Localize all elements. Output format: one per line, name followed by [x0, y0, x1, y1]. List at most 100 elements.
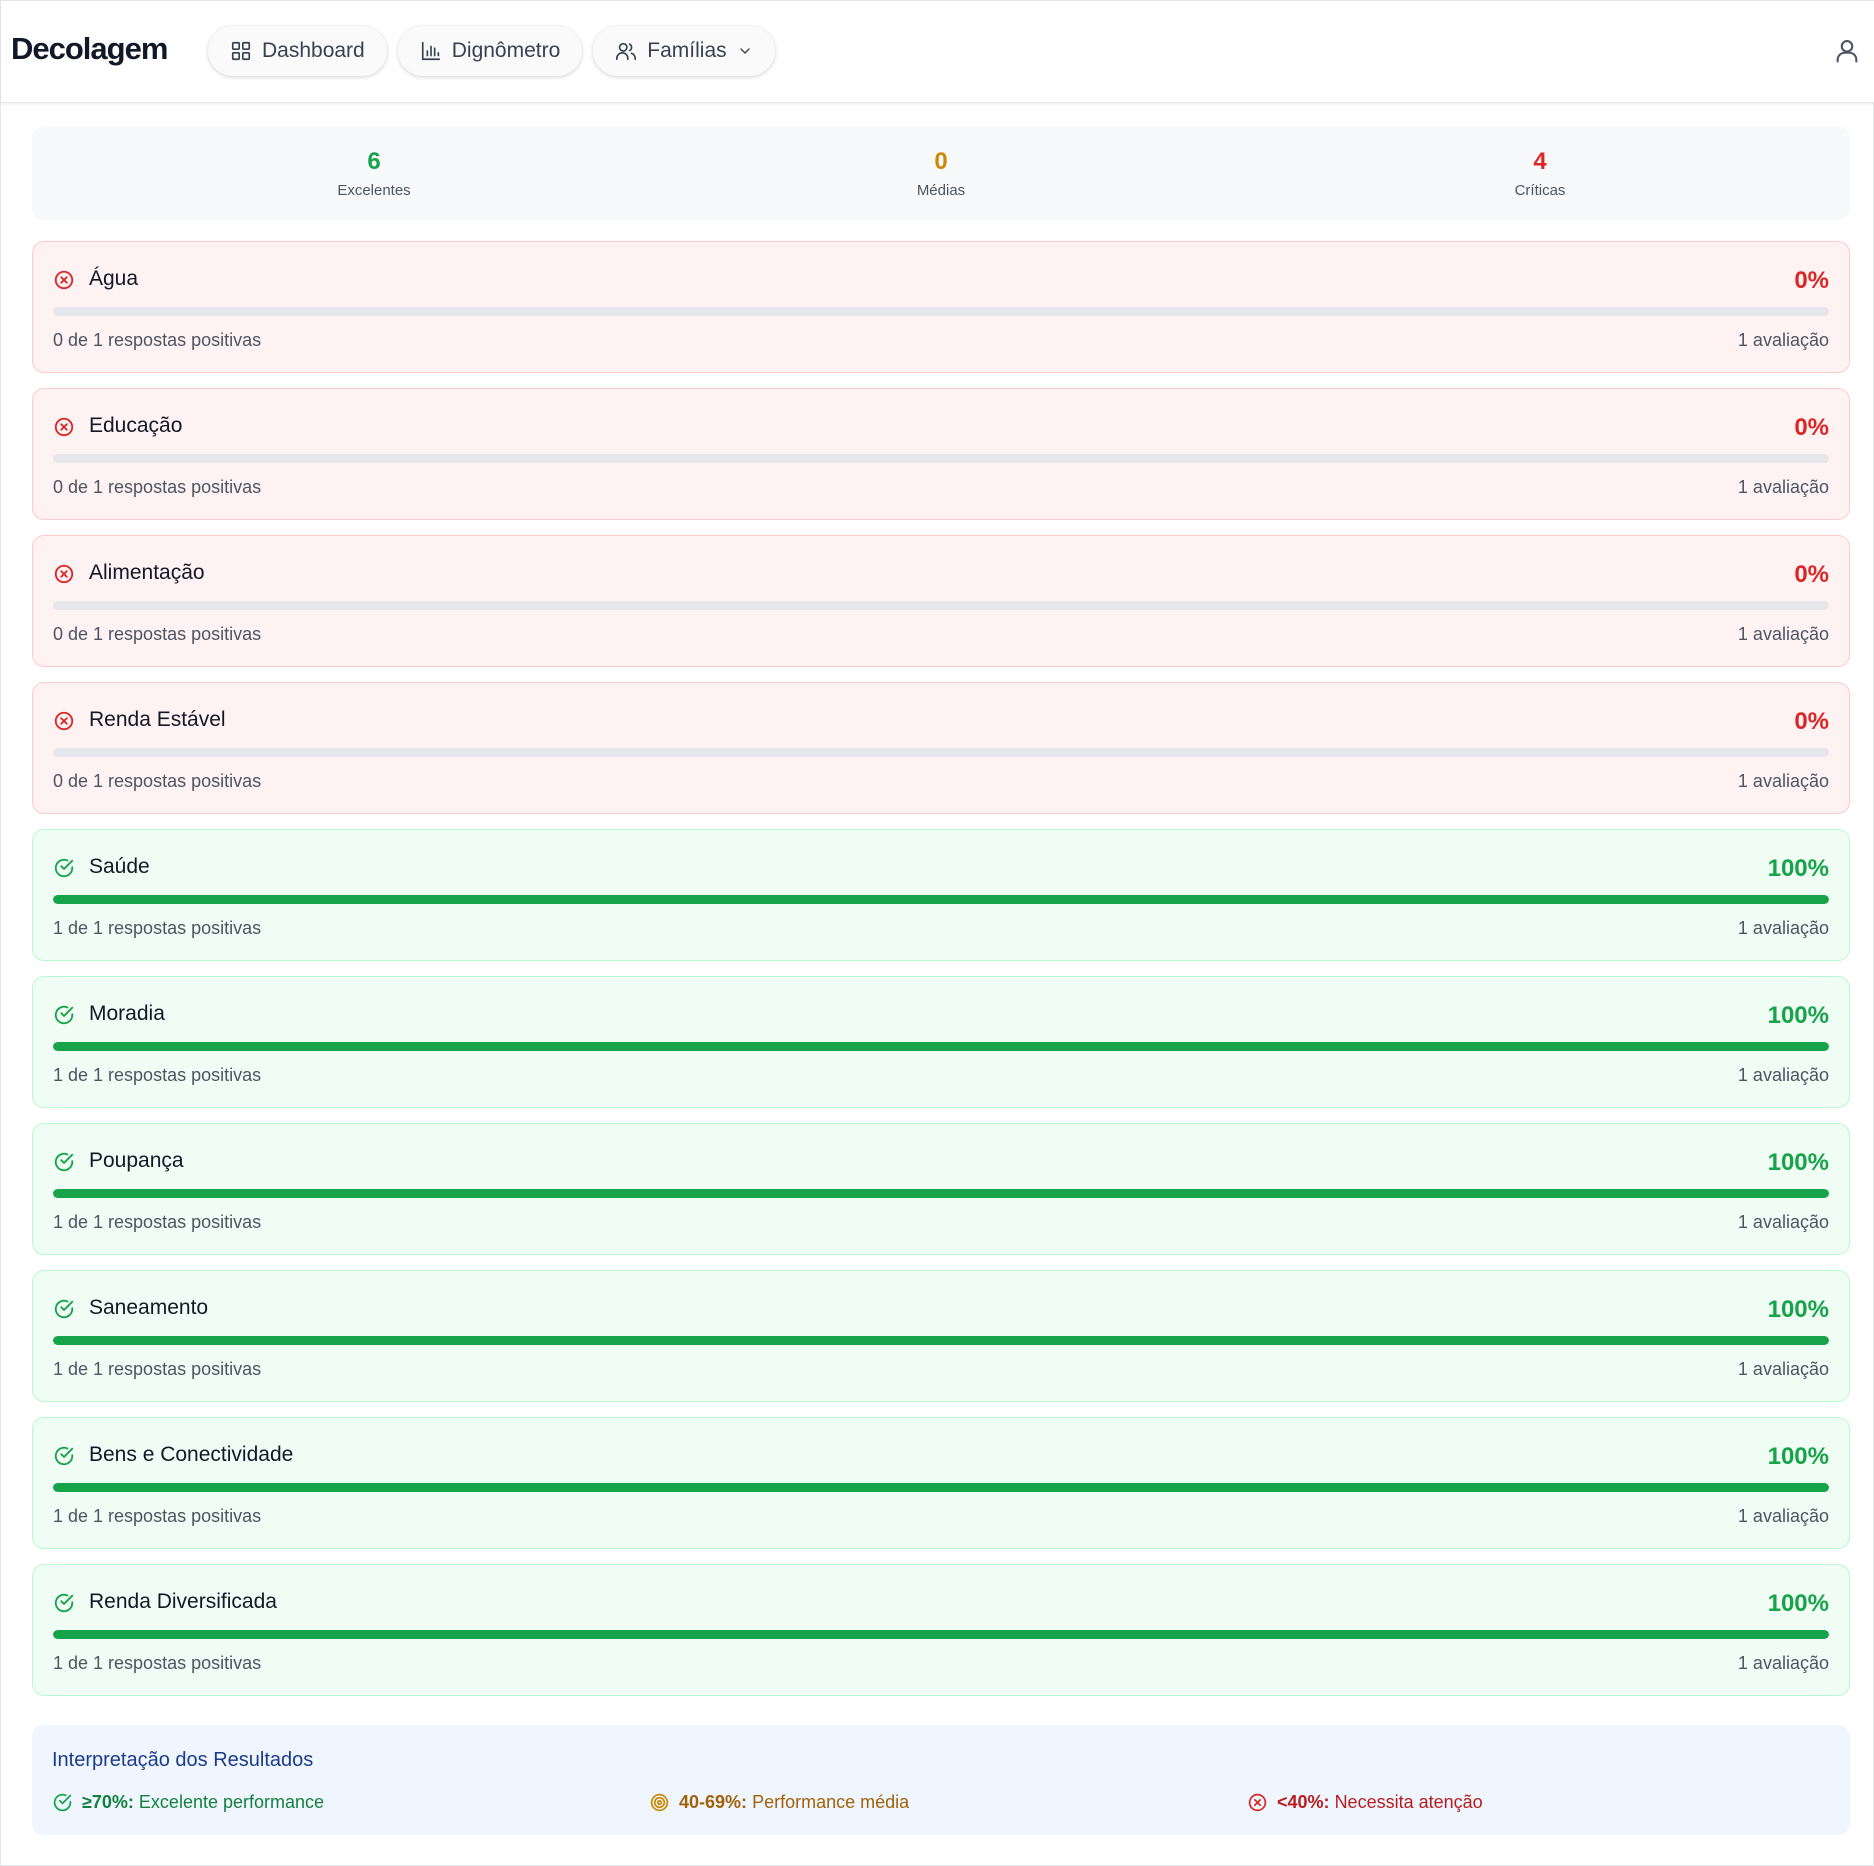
- dimension-card: Bens e Conectividade 100% 1 de 1 respostas…: [32, 1417, 1850, 1549]
- critical-label: Críticas: [1514, 182, 1566, 199]
- progress-fill: [53, 1189, 1829, 1198]
- dimension-card: Poupança 100% 1 de 1 respostas positivas 1 …: [32, 1123, 1850, 1255]
- dimension-name: Renda Estável: [89, 708, 226, 731]
- dimension-name: Renda Diversificada: [89, 1590, 277, 1613]
- dimension-percent: 100%: [1767, 1002, 1829, 1029]
- nav-dignometro-button[interactable]: Dignômetro: [397, 26, 583, 76]
- progress-fill: [53, 1042, 1829, 1051]
- user-icon: [1836, 40, 1858, 63]
- check-circle-icon: [53, 857, 75, 879]
- users-icon: [616, 42, 637, 61]
- legend-critical-range: <40%:: [1277, 1792, 1330, 1812]
- chevron-down-icon: [739, 48, 750, 54]
- nav-dashboard-label: Dashboard: [262, 39, 365, 62]
- check-circle-icon: [53, 1445, 75, 1467]
- dimension-name: Educação: [89, 414, 183, 437]
- positive-responses: 0 de 1 respostas positivas: [53, 624, 262, 644]
- positive-responses: 0 de 1 respostas positivas: [53, 771, 262, 791]
- progress-fill: [53, 1483, 1829, 1492]
- progress-fill: [53, 1336, 1829, 1345]
- dimension-card: Água 0% 0 de 1 respostas positivas 1 avalia…: [32, 241, 1850, 373]
- positive-responses: 1 de 1 respostas positivas: [53, 1065, 262, 1085]
- dimension-name: Bens e Conectividade: [89, 1443, 294, 1466]
- progress-bar: [53, 895, 1829, 904]
- target-icon: [650, 1793, 669, 1812]
- positive-responses: 1 de 1 respostas positivas: [53, 1653, 262, 1673]
- evaluation-count: 1 avaliação: [1737, 1065, 1829, 1085]
- dimension-percent: 0%: [1794, 708, 1829, 735]
- evaluation-count: 1 avaliação: [1737, 771, 1829, 791]
- check-circle-icon: [53, 1592, 75, 1614]
- evaluation-count: 1 avaliação: [1737, 1653, 1829, 1673]
- positive-responses: 1 de 1 respostas positivas: [53, 1506, 262, 1526]
- critical-count: 4: [1533, 148, 1547, 175]
- evaluation-count: 1 avaliação: [1737, 1212, 1829, 1232]
- positive-responses: 1 de 1 respostas positivas: [53, 1212, 262, 1232]
- dimension-percent: 0%: [1794, 267, 1829, 294]
- average-count: 0: [934, 148, 948, 175]
- legend-average-text: 40-69%: Performance média: [679, 1792, 909, 1813]
- evaluation-count: 1 avaliação: [1737, 1359, 1829, 1379]
- x-circle-icon: [53, 416, 75, 438]
- dimension-percent: 100%: [1767, 855, 1829, 882]
- legend-average-range: 40-69%:: [679, 1792, 748, 1812]
- user-menu-button[interactable]: [1833, 37, 1861, 65]
- legend-average: 40-69%: Performance média: [649, 1792, 909, 1813]
- nav-familias-label: Famílias: [647, 39, 727, 62]
- evaluation-count: 1 avaliação: [1737, 330, 1829, 350]
- x-circle-icon: [1248, 1793, 1267, 1812]
- excellent-label: Excelentes: [337, 182, 411, 199]
- legend-critical-text: <40%: Necessita atenção: [1277, 1792, 1483, 1813]
- progress-bar: [53, 1336, 1829, 1345]
- dimension-name: Alimentação: [89, 561, 205, 584]
- dimension-name: Saneamento: [89, 1296, 209, 1319]
- summary-critical: 4 Críticas: [1390, 148, 1690, 199]
- check-circle-icon: [53, 1004, 75, 1026]
- brand-logo[interactable]: Decolagem: [11, 31, 168, 67]
- progress-bar: [53, 601, 1829, 610]
- positive-responses: 1 de 1 respostas positivas: [53, 1359, 262, 1379]
- check-circle-icon: [53, 1151, 75, 1173]
- check-circle-icon: [53, 1298, 75, 1320]
- dimension-card: Renda Diversificada 100% 1 de 1 respostas …: [32, 1564, 1850, 1696]
- x-circle-icon: [53, 563, 75, 585]
- progress-bar: [53, 748, 1829, 757]
- average-label: Médias: [916, 182, 966, 199]
- progress-bar: [53, 307, 1829, 316]
- evaluation-count: 1 avaliação: [1737, 624, 1829, 644]
- legend-critical: <40%: Necessita atenção: [1247, 1792, 1483, 1813]
- dimension-name: Saúde: [89, 855, 150, 878]
- legend-average-desc: Performance média: [752, 1792, 910, 1812]
- progress-fill: [53, 895, 1829, 904]
- dimension-percent: 100%: [1767, 1590, 1829, 1617]
- dimension-card: Renda Estável 0% 0 de 1 respostas positiva…: [32, 682, 1850, 814]
- legend-excellent: ≥70%: Excelente performance: [52, 1792, 324, 1813]
- main-nav: Dashboard Dignômetro Famílias: [208, 26, 775, 76]
- dimension-name: Poupança: [89, 1149, 184, 1172]
- dimension-card: Moradia 100% 1 de 1 respostas positivas 1 a…: [32, 976, 1850, 1108]
- legend-critical-desc: Necessita atenção: [1334, 1792, 1483, 1812]
- dimension-list: Água 0% 0 de 1 respostas positivas 1 avalia…: [32, 241, 1850, 1711]
- dimension-percent: 0%: [1794, 414, 1829, 441]
- dimension-card: Saneamento 100% 1 de 1 respostas positivas…: [32, 1270, 1850, 1402]
- grid-icon: [231, 41, 251, 61]
- progress-fill: [53, 1630, 1829, 1639]
- positive-responses: 0 de 1 respostas positivas: [53, 330, 262, 350]
- legend-excellent-desc: Excelente performance: [138, 1792, 325, 1812]
- evaluation-count: 1 avaliação: [1737, 1506, 1829, 1526]
- nav-familias-dropdown[interactable]: Famílias: [593, 26, 775, 76]
- app-frame: Decolagem Dashboard Dignômetro Famílias …: [0, 0, 1874, 1866]
- excellent-count: 6: [367, 148, 381, 175]
- nav-dashboard-button[interactable]: Dashboard: [208, 26, 387, 76]
- progress-bar: [53, 1189, 1829, 1198]
- dimension-percent: 100%: [1767, 1443, 1829, 1470]
- positive-responses: 1 de 1 respostas positivas: [53, 918, 262, 938]
- legend-excellent-range: ≥70%:: [82, 1792, 134, 1812]
- progress-bar: [53, 1042, 1829, 1051]
- summary-excellent: 6 Excelentes: [224, 148, 524, 199]
- dimension-percent: 100%: [1767, 1296, 1829, 1323]
- x-circle-icon: [53, 710, 75, 732]
- positive-responses: 0 de 1 respostas positivas: [53, 477, 262, 497]
- dimension-name: Água: [89, 267, 139, 290]
- progress-bar: [53, 1483, 1829, 1492]
